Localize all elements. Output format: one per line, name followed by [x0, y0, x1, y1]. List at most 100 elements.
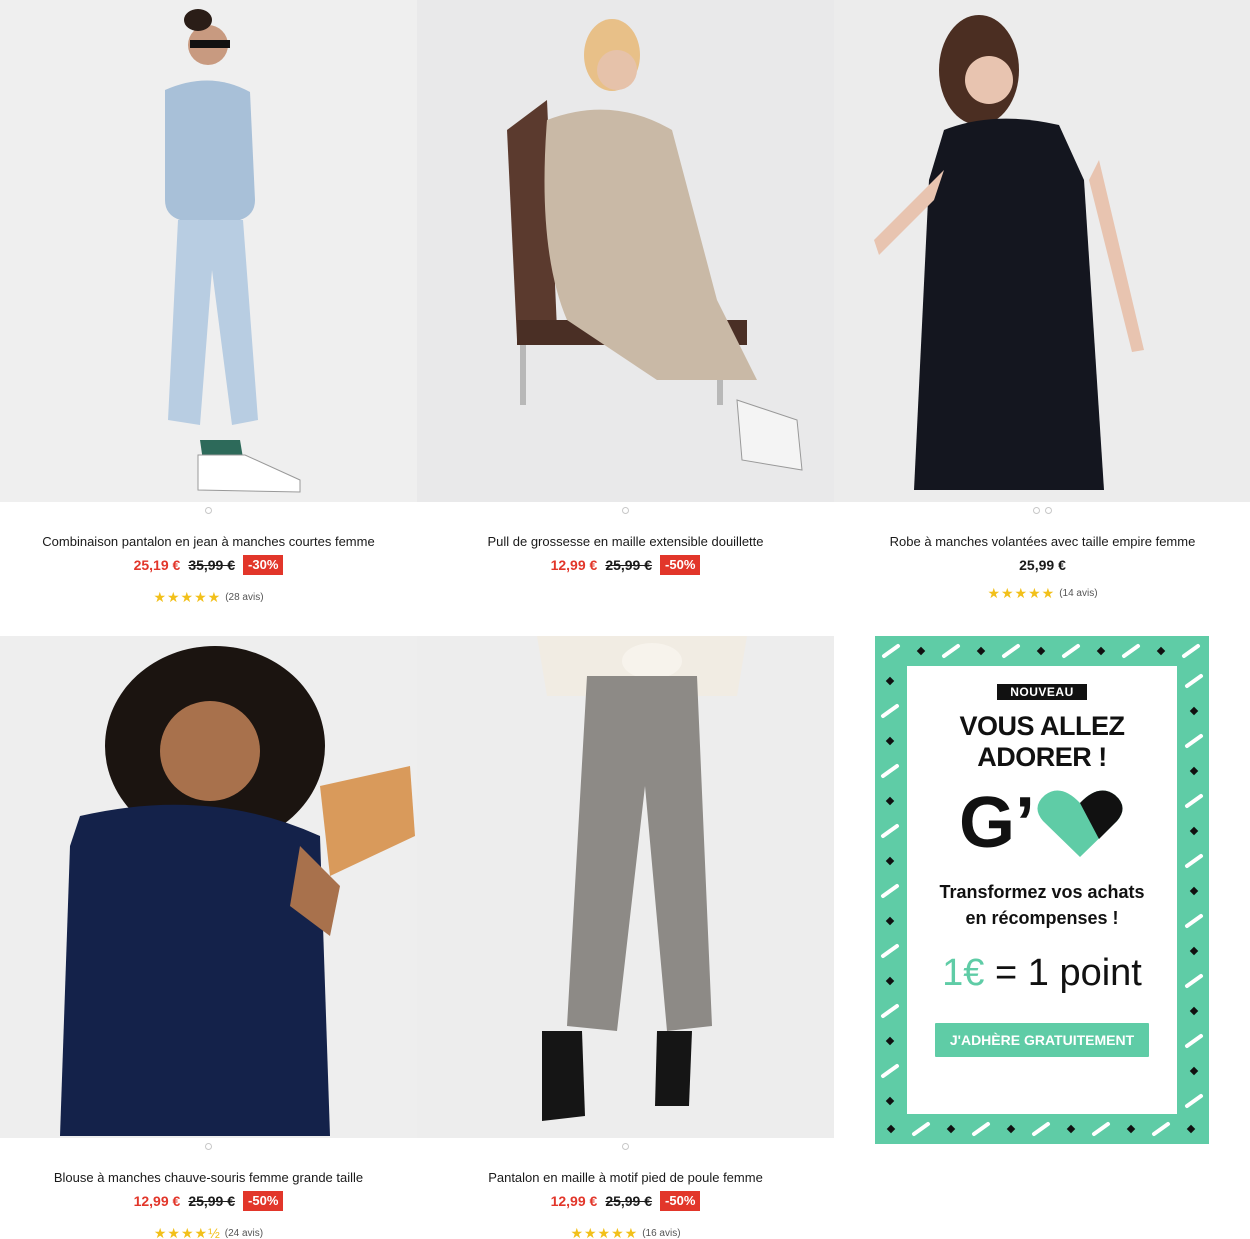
pattern-diamond	[946, 1124, 956, 1134]
carousel-dot[interactable]	[1033, 506, 1040, 514]
product-name[interactable]: Blouse à manches chauve-souris femme gra…	[0, 1170, 417, 1186]
join-free-button[interactable]: J'ADHÈRE GRATUITEMENT	[934, 1023, 1150, 1057]
pattern-diamond	[885, 796, 895, 806]
pattern-diamond	[976, 646, 986, 656]
product-name[interactable]: Pull de grossesse en maille extensible d…	[417, 534, 834, 550]
product-price: 12,99 €	[550, 1193, 598, 1209]
product-rating: ★★★★★ (28 avis)	[0, 589, 417, 605]
pattern-dash	[881, 764, 899, 778]
pattern-dash	[1185, 1094, 1203, 1108]
loyalty-promo-banner[interactable]: NOUVEAU VOUS ALLEZ ADORER ! G’ Transform…	[875, 636, 1209, 1144]
pattern-diamond	[916, 646, 926, 656]
product-image[interactable]	[834, 0, 1250, 502]
carousel-dot[interactable]	[622, 506, 629, 514]
promo-subtitle: Transformez vos achats en récompenses !	[907, 879, 1177, 931]
carousel-dot[interactable]	[205, 1142, 212, 1150]
product-card[interactable]: Pantalon en maille à motif pied de poule…	[417, 636, 834, 1239]
pattern-dash	[912, 1122, 930, 1136]
pattern-dash	[881, 1004, 899, 1018]
discount-badge: -50%	[660, 555, 701, 575]
pattern-diamond	[885, 916, 895, 926]
pattern-diamond	[886, 1124, 896, 1134]
product-price: 12,99 €	[133, 1193, 181, 1209]
headline-line-2: ADORER !	[977, 742, 1107, 772]
pattern-dash	[881, 824, 899, 838]
review-count: (24 avis)	[224, 1227, 264, 1239]
pattern-diamond	[885, 1036, 895, 1046]
pattern-diamond	[1189, 826, 1199, 836]
carousel-dot[interactable]	[205, 506, 212, 514]
pattern-diamond	[885, 976, 895, 986]
product-name[interactable]: Robe à manches volantées avec taille emp…	[834, 534, 1250, 550]
pattern-dash	[1062, 644, 1080, 658]
product-price: 12,99 €	[550, 557, 598, 573]
product-old-price: 25,99 €	[188, 1193, 236, 1209]
product-price: 25,19 €	[133, 557, 181, 573]
pattern-diamond	[885, 736, 895, 746]
product-rating: ★★★★★ (16 avis)	[417, 1225, 834, 1239]
pattern-diamond	[1189, 706, 1199, 716]
product-image[interactable]	[417, 0, 834, 502]
logo-letter: G’	[958, 783, 1035, 863]
points-equals: = 1 point	[995, 952, 1142, 994]
product-old-price: 25,99 €	[605, 557, 653, 573]
product-card[interactable]: Blouse à manches chauve-souris femme gra…	[0, 636, 417, 1239]
carousel-dot[interactable]	[622, 1142, 629, 1150]
review-count: (14 avis)	[1059, 587, 1098, 599]
pattern-diamond	[1036, 646, 1046, 656]
pattern-diamond	[1186, 1124, 1196, 1134]
loyalty-logo: G’	[907, 787, 1177, 859]
heart-icon	[1037, 790, 1123, 857]
pattern-diamond	[1006, 1124, 1016, 1134]
pattern-diamond	[1189, 946, 1199, 956]
discount-badge: -50%	[243, 1191, 284, 1211]
pattern-dash	[1092, 1122, 1110, 1136]
pattern-dash	[881, 944, 899, 958]
pattern-dash	[1185, 974, 1203, 988]
pattern-diamond	[885, 856, 895, 866]
product-card[interactable]: Robe à manches volantées avec taille emp…	[834, 0, 1250, 601]
rating-stars: ★★★★★	[570, 1224, 639, 1239]
subtitle-line-1: Transformez vos achats	[939, 882, 1145, 902]
product-name[interactable]: Pantalon en maille à motif pied de poule…	[417, 1170, 834, 1186]
subtitle-line-2: en récompenses !	[965, 908, 1119, 928]
product-old-price: 25,99 €	[605, 1193, 653, 1209]
points-ratio: 1€ = 1 point	[907, 953, 1177, 993]
product-price: 25,99 €	[1019, 557, 1066, 573]
pattern-dash	[972, 1122, 990, 1136]
points-amount: 1€	[942, 952, 985, 994]
pattern-dash	[1032, 1122, 1050, 1136]
pattern-dash	[1185, 1034, 1203, 1048]
pattern-dash	[1185, 734, 1203, 748]
promo-content: NOUVEAU VOUS ALLEZ ADORER ! G’ Transform…	[907, 666, 1177, 1114]
product-image[interactable]	[0, 636, 417, 1138]
pattern-diamond	[1096, 646, 1106, 656]
product-name[interactable]: Combinaison pantalon en jean à manches c…	[0, 534, 417, 550]
pattern-diamond	[1189, 886, 1199, 896]
pattern-diamond	[1156, 646, 1166, 656]
pattern-dash	[881, 1064, 899, 1078]
review-count: (16 avis)	[642, 1227, 681, 1239]
carousel-dot[interactable]	[1045, 506, 1052, 514]
product-rating: ★★★★½ (24 avis)	[0, 1225, 417, 1239]
product-image[interactable]	[417, 636, 834, 1138]
pattern-dash	[881, 704, 899, 718]
pattern-dash	[1185, 854, 1203, 868]
pattern-diamond	[1066, 1124, 1076, 1134]
promo-headline: VOUS ALLEZ ADORER !	[907, 711, 1177, 773]
product-card[interactable]: Pull de grossesse en maille extensible d…	[417, 0, 834, 575]
product-card[interactable]: Combinaison pantalon en jean à manches c…	[0, 0, 417, 605]
product-old-price: 35,99 €	[188, 557, 236, 573]
rating-stars: ★★★★½	[153, 1224, 221, 1239]
pattern-dash	[1152, 1122, 1170, 1136]
pattern-dash	[942, 644, 960, 658]
pattern-dash	[1002, 644, 1020, 658]
pattern-dash	[1185, 794, 1203, 808]
pattern-diamond	[1189, 1066, 1199, 1076]
headline-line-1: VOUS ALLEZ	[959, 711, 1125, 741]
pattern-dash	[881, 884, 899, 898]
pattern-diamond	[885, 1096, 895, 1106]
product-image[interactable]	[0, 0, 417, 502]
pattern-dash	[1122, 644, 1140, 658]
rating-stars: ★★★★★	[153, 588, 222, 605]
